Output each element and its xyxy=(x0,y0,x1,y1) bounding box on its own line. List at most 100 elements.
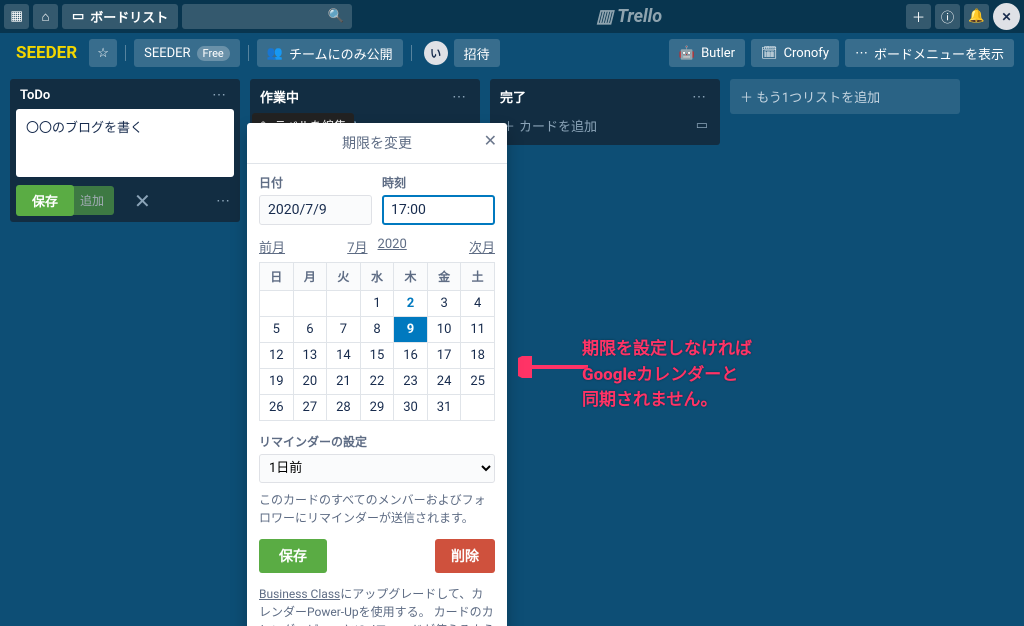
calendar-day[interactable]: 19 xyxy=(260,369,294,395)
business-class-link[interactable]: Business Class xyxy=(259,587,340,601)
add-list-button[interactable]: ＋ もう1つリストを追加 xyxy=(730,79,960,114)
calendar-day[interactable]: 27 xyxy=(293,395,327,421)
calendar-day[interactable]: 1 xyxy=(360,291,394,317)
app-logo: ▥ Trello xyxy=(356,6,902,27)
calendar-day[interactable]: 4 xyxy=(461,291,495,317)
create-button[interactable]: ＋ xyxy=(906,4,931,29)
list-menu-button[interactable]: ⋯ xyxy=(688,89,710,105)
popover-close-button[interactable]: ✕ xyxy=(484,131,497,150)
due-date-popover: 期限を変更 ✕ 日付 時刻 前月 7月 2020 次月 日月火水木金土 1234… xyxy=(247,123,507,626)
calendar-day[interactable]: 31 xyxy=(427,395,461,421)
calendar-day[interactable]: 2 xyxy=(394,291,428,317)
calendar-day[interactable]: 20 xyxy=(293,369,327,395)
calendar-day[interactable]: 28 xyxy=(327,395,361,421)
calendar-day[interactable]: 6 xyxy=(293,317,327,343)
notifications-button[interactable]: 🔔 xyxy=(964,4,989,29)
time-input[interactable] xyxy=(382,195,495,225)
cronofy-button[interactable]: 🗓Cronofy xyxy=(751,39,839,67)
calendar-day[interactable]: 8 xyxy=(360,317,394,343)
calendar-day[interactable]: 21 xyxy=(327,369,361,395)
board-menu-button[interactable]: ⋯ボードメニューを表示 xyxy=(845,39,1014,67)
next-month-button[interactable]: 次月 xyxy=(469,237,495,256)
list-menu-button[interactable]: ⋯ xyxy=(208,87,230,103)
home-button[interactable]: ⌂ xyxy=(33,4,58,29)
calendar-day[interactable]: 14 xyxy=(327,343,361,369)
calendar-day[interactable]: 22 xyxy=(360,369,394,395)
year-select[interactable]: 2020 xyxy=(378,237,407,256)
bell-icon: 🔔 xyxy=(968,9,985,24)
calendar-day[interactable]: 17 xyxy=(427,343,461,369)
composer-options-button[interactable]: ⋯ xyxy=(212,193,234,209)
composer-save-button[interactable]: 保存 xyxy=(16,185,74,216)
apps-menu-button[interactable]: ▦ xyxy=(4,4,29,29)
card-composer-textarea[interactable]: 〇〇のブログを書く xyxy=(16,109,234,177)
reminder-label: リマインダーの設定 xyxy=(259,433,495,450)
calendar-dow: 日 xyxy=(260,263,294,291)
due-delete-button[interactable]: 削除 xyxy=(435,539,495,573)
divider xyxy=(248,45,249,61)
prev-month-button[interactable]: 前月 xyxy=(259,237,285,256)
search-icon: 🔍 xyxy=(328,9,345,24)
calendar-day[interactable]: 24 xyxy=(427,369,461,395)
calendar-day[interactable]: 15 xyxy=(360,343,394,369)
search-button[interactable]: 🔍 xyxy=(182,4,352,29)
composer-close-button[interactable]: ✕ xyxy=(134,189,151,213)
team-name: SEEDER xyxy=(144,46,190,61)
star-icon: ☆ xyxy=(97,46,109,61)
calendar-dow: 月 xyxy=(293,263,327,291)
team-button[interactable]: SEEDER Free xyxy=(134,39,240,67)
boards-button[interactable]: ▭ ボードリスト xyxy=(62,4,178,29)
list-menu-button[interactable]: ⋯ xyxy=(448,89,470,105)
calendar-day[interactable]: 16 xyxy=(394,343,428,369)
member-avatar[interactable]: い xyxy=(424,41,448,65)
plus-icon: ＋ xyxy=(912,7,925,26)
calendar-day[interactable]: 30 xyxy=(394,395,428,421)
list-title[interactable]: 完了 xyxy=(500,87,526,106)
reminder-select[interactable]: 1日前 xyxy=(259,454,495,483)
board-canvas: ToDo ⋯ 〇〇のブログを書く 保存 追加 ✕ ⋯ 作業中 ⋯ ＋カードを追加… xyxy=(0,73,1024,228)
info-icon: ⓘ xyxy=(941,7,954,26)
info-button[interactable]: ⓘ xyxy=(935,4,960,29)
calendar-day[interactable]: 26 xyxy=(260,395,294,421)
template-icon[interactable]: ▭ xyxy=(696,118,708,133)
divider xyxy=(411,45,412,61)
calendar-day[interactable]: 3 xyxy=(427,291,461,317)
list-title[interactable]: 作業中 xyxy=(260,87,299,106)
apps-icon: ▦ xyxy=(10,9,23,24)
calendar-day[interactable]: 10 xyxy=(427,317,461,343)
boards-label: ボードリスト xyxy=(90,7,168,26)
calendar-day[interactable]: 5 xyxy=(260,317,294,343)
calendar-dow: 木 xyxy=(394,263,428,291)
list-title[interactable]: ToDo xyxy=(20,88,50,103)
month-select[interactable]: 7月 xyxy=(347,237,367,256)
calendar-day[interactable]: 7 xyxy=(327,317,361,343)
calendar-day[interactable]: 25 xyxy=(461,369,495,395)
date-input[interactable] xyxy=(259,195,372,225)
butler-icon: 🤖 xyxy=(679,46,695,61)
list-todo: ToDo ⋯ 〇〇のブログを書く 保存 追加 ✕ ⋯ xyxy=(10,79,240,222)
calendar-day[interactable]: 12 xyxy=(260,343,294,369)
calendar-day[interactable]: 9 xyxy=(394,317,428,343)
star-board-button[interactable]: ☆ xyxy=(89,39,117,67)
upgrade-note: Business Classにアップグレードして、カレンダーPower-Upを使… xyxy=(259,585,495,626)
calendar-day[interactable]: 29 xyxy=(360,395,394,421)
list-done: 完了 ⋯ ＋カードを追加 ▭ xyxy=(490,79,720,145)
divider xyxy=(125,45,126,61)
due-save-button[interactable]: 保存 xyxy=(259,539,327,573)
calendar-day xyxy=(260,291,294,317)
board-name[interactable]: SEEDER xyxy=(10,43,83,63)
visibility-button[interactable]: 👥 チームにのみ公開 xyxy=(257,39,403,67)
calendar-day[interactable]: 23 xyxy=(394,369,428,395)
calendar-day[interactable]: 11 xyxy=(461,317,495,343)
calendar-day[interactable]: 18 xyxy=(461,343,495,369)
composer-add-button-ghost[interactable]: 追加 xyxy=(70,186,114,215)
user-avatar[interactable]: ✕ xyxy=(993,3,1020,30)
invite-button[interactable]: 招待 xyxy=(454,39,500,67)
butler-button[interactable]: 🤖Butler xyxy=(669,39,745,67)
home-icon: ⌂ xyxy=(41,9,49,25)
calendar-day[interactable]: 13 xyxy=(293,343,327,369)
logo-text: Trello xyxy=(617,6,662,27)
add-card-button[interactable]: ＋カードを追加 ▭ xyxy=(496,112,714,139)
reminder-note: このカードのすべてのメンバーおよびフォロワーにリマインダーが送信されます。 xyxy=(259,491,495,527)
plus-icon: ＋ xyxy=(740,91,756,106)
